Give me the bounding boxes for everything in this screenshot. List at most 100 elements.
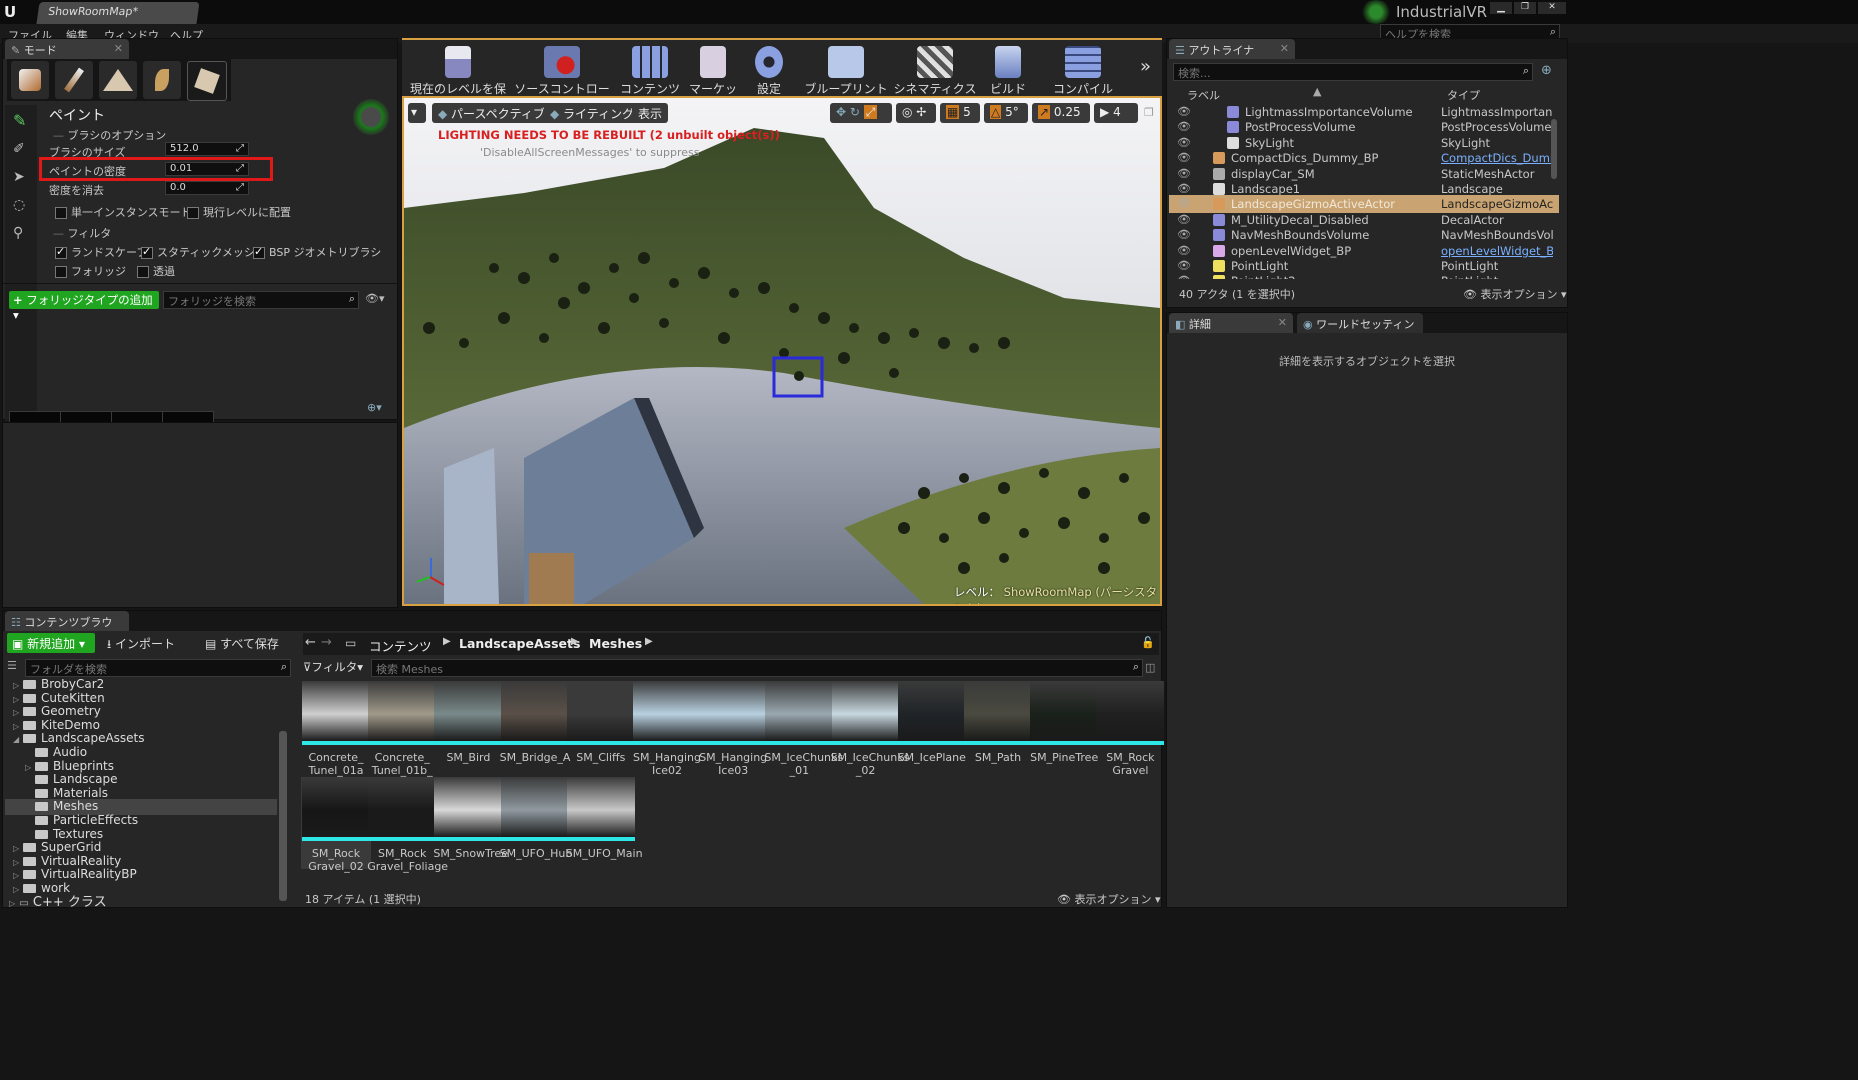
visibility-eye-icon[interactable]: 👁	[1177, 120, 1191, 133]
cpp-classes-folder[interactable]: ▷ ▭ C++ クラス	[9, 891, 107, 910]
asset-tile[interactable]: SM_Rock Gravel_02	[301, 777, 371, 873]
visibility-eye-icon[interactable]: 👁	[1177, 213, 1191, 226]
visibility-eye-icon[interactable]: 👁	[1177, 182, 1191, 195]
visibility-eye-icon[interactable]: 👁	[1177, 151, 1191, 164]
minimize-button[interactable]: ▁	[1490, 2, 1512, 14]
close-icon[interactable]: ✕	[1278, 316, 1287, 329]
rotation-snap-button[interactable]: △ 5°	[984, 103, 1028, 123]
breadcrumb-separator-icon[interactable]: ▶	[443, 636, 451, 647]
content-button[interactable]: コンテンツ	[620, 40, 680, 98]
back-arrow-icon[interactable]: ←	[305, 635, 316, 650]
expand-arrow-icon[interactable]: ◢	[13, 735, 23, 744]
level-tab[interactable]: ShowRoomMap*	[36, 2, 200, 24]
asset-tile[interactable]: SM_Hanging Ice02	[632, 681, 702, 777]
breadcrumb-separator-icon[interactable]: ▶	[645, 636, 653, 647]
fill-tool-icon[interactable]: ⚲	[13, 225, 23, 241]
asset-tile[interactable]: SM_Rock Gravel	[1095, 681, 1165, 777]
import-button[interactable]: ⭳ インポート	[107, 635, 175, 656]
breadcrumb-landscapeassets[interactable]: LandscapeAssets	[459, 636, 580, 651]
cinematics-button[interactable]: シネマティクス	[892, 40, 978, 98]
modes-tab[interactable]: ✎ モード ✕	[5, 39, 129, 59]
content-view-options-button[interactable]: 👁 表示オプション ▾	[1057, 891, 1161, 907]
erase-density-input[interactable]: 0.0 ⤢	[165, 181, 249, 195]
asset-tile[interactable]: SM_IceChunks _01	[764, 681, 843, 777]
filter-static-mesh-checkbox[interactable]: スタティックメッシュ	[141, 244, 266, 260]
foliage-settings-icon[interactable]	[353, 99, 389, 135]
visibility-eye-icon[interactable]: 👁	[1177, 259, 1191, 272]
compile-button[interactable]: コンパイル	[1052, 40, 1114, 98]
expand-arrow-icon[interactable]: ▷	[13, 844, 23, 853]
asset-tile[interactable]: SM_PineTree	[1029, 681, 1099, 764]
save-level-button[interactable]: 現在のレベルを保存	[406, 40, 510, 113]
zoom-dropdown-icon[interactable]: ⊕▾	[367, 401, 382, 414]
camera-speed-button[interactable]: ▶ 4	[1094, 103, 1138, 123]
asset-tile[interactable]: SM_IcePlane	[897, 681, 967, 764]
close-button[interactable]: ✕	[1538, 2, 1566, 14]
asset-tile[interactable]: SM_IceChunks _02	[831, 681, 909, 777]
lock-icon[interactable]: 🔓	[1141, 636, 1155, 649]
more-chevron-icon[interactable]: »	[1140, 56, 1151, 77]
single-instance-checkbox[interactable]: 単一インスタンスモード	[55, 204, 192, 220]
close-icon[interactable]: ✕	[114, 42, 123, 55]
marketplace-button[interactable]: マーケット	[684, 40, 742, 113]
outliner-row[interactable]: 👁 PointLight2 PointLight	[1169, 272, 1559, 279]
breadcrumb-separator-icon[interactable]: ▶	[571, 636, 579, 647]
visibility-eye-icon[interactable]: 👁	[1177, 197, 1191, 210]
breadcrumb-content[interactable]: コンテンツ	[369, 636, 432, 655]
add-new-button[interactable]: ▣ 新規追加 ▾	[7, 633, 95, 653]
expand-arrow-icon[interactable]: ▷	[25, 763, 35, 772]
filter-translucent-checkbox[interactable]: 透過	[137, 263, 175, 279]
outliner-tab[interactable]: ☰ アウトライナ ✕	[1169, 39, 1295, 59]
folder-tree-scrollbar[interactable]	[279, 731, 287, 901]
visibility-eye-icon[interactable]: 👁	[1177, 136, 1191, 149]
asset-tile[interactable]: SM_Bridge_A	[500, 681, 570, 764]
visibility-eye-icon[interactable]: 👁	[1177, 167, 1191, 180]
world-settings-tab[interactable]: ◉ ワールドセッティン	[1297, 313, 1423, 333]
expand-arrow-icon[interactable]: ▷	[13, 722, 23, 731]
geometry-mode-button[interactable]	[187, 61, 227, 101]
eye-dropdown-icon[interactable]: 👁▾	[365, 292, 385, 305]
forward-arrow-icon[interactable]: →	[321, 635, 332, 650]
select-tool-icon[interactable]: ➤	[13, 169, 25, 185]
filter-landscape-checkbox[interactable]: ランドスケープ	[55, 244, 147, 260]
asset-tile[interactable]: SM_UFO_Hub	[500, 777, 572, 860]
place-mode-button[interactable]	[11, 61, 49, 99]
transform-tools[interactable]: ✥ ↻ ⤢	[830, 103, 892, 123]
outliner-search-input[interactable]: 検索... ⌕	[1173, 63, 1533, 81]
asset-tile[interactable]: SM_SnowTree	[433, 777, 508, 860]
paint-tool-icon[interactable]: ✎	[13, 111, 26, 130]
scale-snap-button[interactable]: ↗ 0.25	[1032, 103, 1090, 123]
place-current-level-checkbox[interactable]: 現行レベルに配置	[187, 204, 291, 220]
asset-tile[interactable]: SM_Path	[963, 681, 1033, 764]
blueprints-button[interactable]: ブループリント	[802, 40, 890, 98]
coordinate-button[interactable]: ◎ ✢	[896, 103, 936, 123]
filter-bsp-checkbox[interactable]: BSP ジオメトリブラシ	[253, 244, 381, 260]
add-actor-icon[interactable]: ⊕	[1541, 63, 1552, 78]
expand-arrow-icon[interactable]: ▷	[13, 708, 23, 717]
col-label-header[interactable]: ラベル	[1187, 87, 1220, 103]
asset-tile[interactable]: SM_Bird	[433, 681, 503, 764]
visibility-eye-icon[interactable]: 👁	[1177, 105, 1191, 118]
breadcrumb-meshes[interactable]: Meshes	[589, 636, 642, 651]
asset-tile[interactable]: SM_Hanging Ice03	[698, 681, 768, 777]
paint-mode-button[interactable]	[55, 61, 93, 99]
lasso-tool-icon[interactable]: ◌	[13, 197, 25, 213]
asset-tile[interactable]: SM_UFO_Main	[566, 777, 643, 860]
filter-foliage-checkbox[interactable]: フォリッジ	[55, 263, 126, 279]
maximize-button[interactable]: ❐	[1514, 2, 1536, 14]
outliner-view-options-button[interactable]: 👁 表示オプション ▾	[1463, 286, 1567, 302]
expand-arrow-icon[interactable]: ▷	[13, 858, 23, 867]
source-control-button[interactable]: ソースコントロール	[510, 40, 614, 113]
collapse-arrow-icon[interactable]: —	[53, 227, 68, 240]
visibility-eye-icon[interactable]: 👁	[1177, 244, 1191, 257]
filter-button[interactable]: ⊽フィルタ▾	[303, 659, 363, 675]
lighting-button[interactable]: ◆ ライティング	[544, 103, 641, 123]
details-tab[interactable]: ◧ 詳細 ✕	[1169, 313, 1293, 333]
grid-snap-button[interactable]: ▦ 5	[940, 103, 980, 123]
brush-size-input[interactable]: 512.0 ⤢	[165, 142, 249, 156]
settings-button[interactable]: 設定	[744, 40, 794, 98]
asset-tile[interactable]: SM_Cliffs	[566, 681, 636, 764]
expand-arrow-icon[interactable]: ▷	[13, 681, 23, 690]
reapply-tool-icon[interactable]: ✐	[13, 141, 25, 157]
expand-arrow-icon[interactable]: ▷	[13, 695, 23, 704]
